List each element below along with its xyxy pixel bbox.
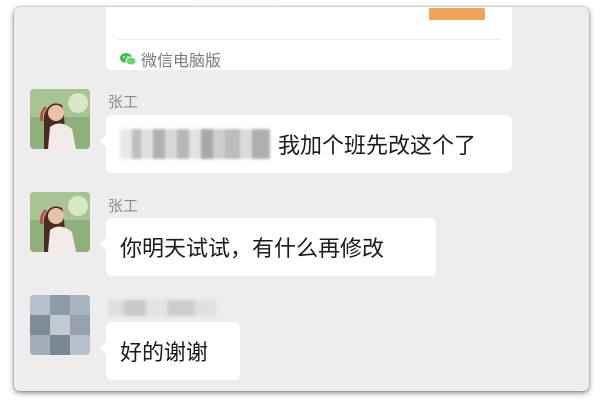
avatar[interactable] (30, 295, 90, 355)
message-bubble[interactable]: 我加个班先改这个了 (100, 115, 512, 173)
shared-link-card[interactable]: 微信电脑版 (106, 7, 512, 70)
card-source-label: 微信电脑版 (141, 51, 222, 70)
avatar[interactable] (30, 192, 90, 252)
sender-name: 张工 (108, 197, 139, 215)
redacted-text (120, 129, 270, 159)
card-source: 微信电脑版 (120, 47, 221, 71)
wechat-icon (120, 53, 136, 66)
message-bubble[interactable]: 好的谢谢 (100, 322, 240, 380)
avatar[interactable] (30, 89, 90, 149)
sender-name-redacted (108, 300, 216, 316)
card-divider (118, 39, 500, 40)
message-text: 我加个班先改这个了 (278, 134, 477, 159)
sender-name: 张工 (108, 93, 139, 111)
avatar-girl-photo-icon (30, 192, 90, 252)
message-bubble[interactable]: 你明天试试，有什么再修改 (100, 218, 436, 276)
message-text: 好的谢谢 (120, 341, 209, 366)
avatar-pixelated-icon (30, 295, 90, 355)
avatar-girl-photo-icon (30, 89, 90, 149)
card-thumbnail (429, 8, 485, 20)
chat-window: 微信电脑版 张工 我加个班先改这个了 张工 你明天试试，有什么再修改 好的谢谢 (14, 7, 589, 391)
message-text: 你明天试试，有什么再修改 (120, 237, 385, 262)
